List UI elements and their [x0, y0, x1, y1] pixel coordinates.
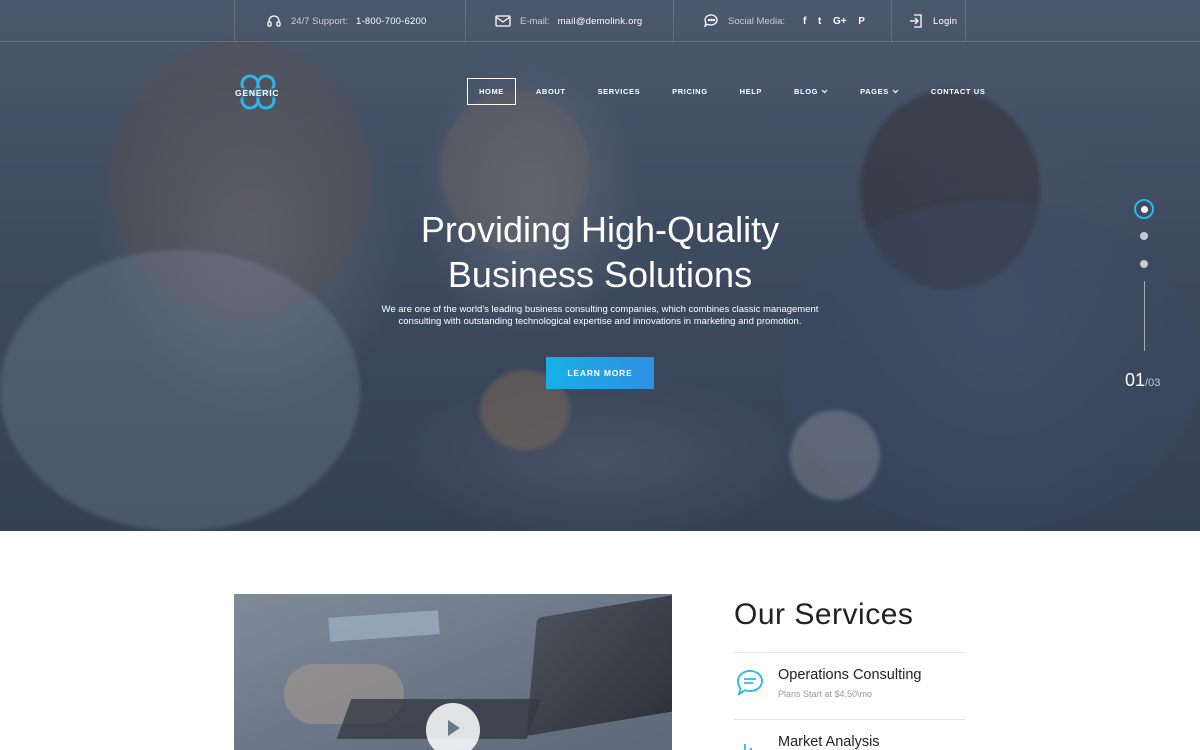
login-label: Login — [933, 15, 958, 27]
slide-current: 01 — [1125, 370, 1146, 390]
envelope-icon — [494, 12, 512, 30]
google-plus-icon[interactable]: G+ — [833, 16, 847, 27]
chat-bubble-icon — [734, 667, 766, 699]
chevron-down-icon — [821, 87, 828, 96]
email-label: E-mail: — [520, 15, 550, 27]
slide-counter: 01/03 — [1125, 370, 1160, 391]
chevron-down-icon — [892, 87, 899, 96]
hero-subtitle-line2: consulting with outstanding technologica… — [398, 316, 802, 327]
slide-dot-3[interactable] — [1140, 260, 1148, 268]
support-phone[interactable]: 1-800-700-6200 — [356, 16, 426, 27]
play-button[interactable] — [426, 703, 480, 750]
slide-dot-1[interactable] — [1134, 199, 1154, 219]
nav-label: PRICING — [672, 87, 708, 96]
nav-label: SERVICES — [597, 87, 641, 96]
hero-subtitle: We are one of the world’s leading busine… — [360, 304, 840, 328]
learn-more-button[interactable]: LEARN MORE — [546, 357, 654, 389]
nav-item-pages[interactable]: PAGES — [848, 78, 911, 105]
logo-text: GENERIC — [234, 88, 281, 98]
login-icon — [907, 12, 925, 30]
nav-label: CONTACT US — [930, 87, 986, 96]
service-title: Market Analysis — [778, 734, 880, 750]
nav-item-about[interactable]: ABOUT — [524, 78, 578, 105]
slide-dot-2[interactable] — [1140, 232, 1148, 240]
support-info: 24/7 Support: 1-800-700-6200 — [265, 0, 426, 42]
bar-chart-icon — [734, 734, 766, 750]
facebook-icon[interactable]: f — [803, 16, 806, 27]
play-icon — [445, 719, 461, 742]
slide-progress-line — [1144, 281, 1145, 351]
headset-icon — [265, 12, 283, 30]
nav-label: ABOUT — [535, 87, 566, 96]
social-label: Social Media: — [728, 15, 786, 27]
nav-item-contact[interactable]: CONTACT US — [919, 78, 986, 105]
services-title: Our Services — [734, 598, 914, 631]
service-title: Operations Consulting — [778, 667, 922, 683]
service-price: Plans Start at $4.50\mo — [778, 689, 873, 699]
main-nav: HOME ABOUT SERVICES PRICING HELP BLOG PA… — [467, 78, 985, 105]
email-link[interactable]: mail@demolink.org — [558, 16, 643, 27]
nav-label: PAGES — [860, 87, 889, 96]
nav-item-pricing[interactable]: PRICING — [660, 78, 719, 105]
hero-title-line2: Business Solutions — [447, 254, 753, 295]
slide-total: /03 — [1145, 377, 1161, 389]
divider — [734, 719, 966, 720]
chat-bubble-icon — [702, 12, 720, 30]
service-item[interactable]: Market Analysis — [734, 734, 966, 750]
nav-label: HOME — [479, 87, 504, 96]
divider — [734, 652, 966, 653]
support-label: 24/7 Support: — [291, 15, 349, 27]
nav-item-home[interactable]: HOME — [467, 78, 516, 105]
top-bar: 24/7 Support: 1-800-700-6200 E-mail: mai… — [0, 0, 1200, 42]
email-info: E-mail: mail@demolink.org — [494, 0, 642, 42]
twitter-icon[interactable]: t — [818, 16, 821, 27]
hero-title-line1: Providing High-Quality — [420, 209, 780, 250]
nav-item-blog[interactable]: BLOG — [782, 78, 840, 105]
hero-subtitle-line1: We are one of the world’s leading busine… — [381, 304, 819, 315]
login-link[interactable]: Login — [907, 0, 957, 42]
social-media: Social Media: f t G+ P — [702, 0, 874, 42]
service-item[interactable]: Operations Consulting Plans Start at $4.… — [734, 667, 966, 699]
nav-label: HELP — [739, 87, 763, 96]
nav-label: BLOG — [794, 87, 819, 96]
nav-item-services[interactable]: SERVICES — [586, 78, 653, 105]
pinterest-icon[interactable]: P — [858, 16, 865, 27]
nav-item-help[interactable]: HELP — [728, 78, 774, 105]
hero-banner: 24/7 Support: 1-800-700-6200 E-mail: mai… — [0, 0, 1200, 531]
hero-title: Providing High-Quality Business Solution… — [300, 207, 900, 297]
